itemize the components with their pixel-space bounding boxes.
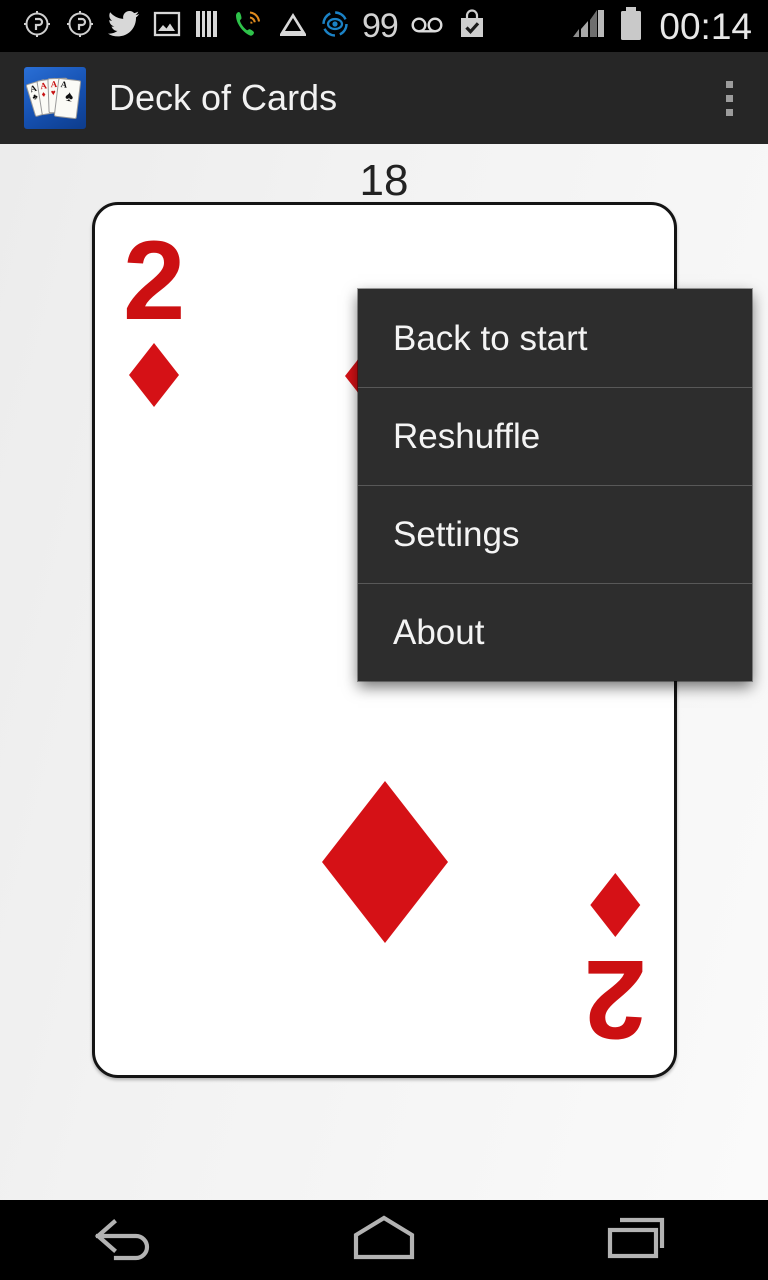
menu-item-label: About — [393, 613, 485, 652]
overflow-dot-1 — [725, 80, 733, 88]
card-suit-top-left — [127, 341, 181, 414]
menu-item-back-to-start[interactable]: Back to start — [358, 289, 752, 387]
home-button[interactable] — [309, 1200, 459, 1280]
inbox-icon — [278, 11, 308, 42]
card-corner-top-left: 2 — [123, 218, 186, 414]
navigation-bar — [0, 1200, 768, 1280]
twitter-icon — [108, 10, 140, 43]
status-bar-notification-icons: 99 — [0, 7, 569, 45]
card-suit-bottom-right — [588, 866, 642, 939]
barcode-icon — [194, 9, 220, 44]
app-circle-icon-2 — [65, 9, 95, 44]
battery-icon — [618, 6, 644, 47]
app-circle-icon-1 — [22, 9, 52, 44]
status-bar-clock: 00:14 — [659, 5, 752, 47]
back-icon — [90, 1210, 166, 1271]
home-icon — [344, 1213, 424, 1268]
photo-icon — [153, 10, 181, 43]
page-title: Deck of Cards — [109, 77, 338, 118]
menu-item-settings[interactable]: Settings — [358, 485, 752, 583]
card-rank-top-left: 2 — [123, 218, 186, 343]
voicemail-icon — [411, 14, 445, 39]
signal-bars-icon — [569, 7, 607, 46]
menu-item-label: Settings — [393, 515, 520, 554]
card-pip-bottom — [319, 778, 451, 951]
notification-count: 99 — [362, 7, 399, 45]
content-area: 18 2 2 Back to start Reshuffle Settings … — [0, 144, 768, 1200]
menu-item-reshuffle[interactable]: Reshuffle — [358, 387, 752, 485]
overflow-dot-2 — [725, 94, 733, 102]
card-rank-bottom-right: 2 — [583, 937, 646, 1062]
action-bar: A ♣ A ♦ A ♥ A ♠ Deck of Cards — [0, 52, 768, 144]
recents-icon — [604, 1210, 676, 1271]
shopping-bag-check-icon — [458, 8, 486, 44]
recents-button[interactable] — [565, 1200, 715, 1280]
phone-screen: 99 00:14 A ♣ A ♦ A ♥ A ♠ Deck of Cards 1… — [0, 0, 768, 1280]
overflow-menu: Back to start Reshuffle Settings About — [358, 289, 752, 681]
back-button[interactable] — [53, 1200, 203, 1280]
menu-item-label: Back to start — [393, 318, 588, 358]
overflow-menu-button[interactable] — [690, 52, 768, 144]
status-bar: 99 00:14 — [0, 0, 768, 52]
status-bar-system-icons: 00:14 — [569, 6, 768, 47]
menu-item-about[interactable]: About — [358, 583, 752, 681]
menu-item-label: Reshuffle — [393, 417, 541, 456]
card-counter: 18 — [359, 156, 409, 205]
deck-of-cards-app-icon: A ♣ A ♦ A ♥ A ♠ — [24, 67, 86, 129]
overflow-dot-3 — [725, 108, 733, 116]
phone-signal-icon — [233, 9, 265, 44]
eye-target-icon — [321, 10, 349, 43]
card-corner-bottom-right: 2 — [583, 866, 646, 1062]
